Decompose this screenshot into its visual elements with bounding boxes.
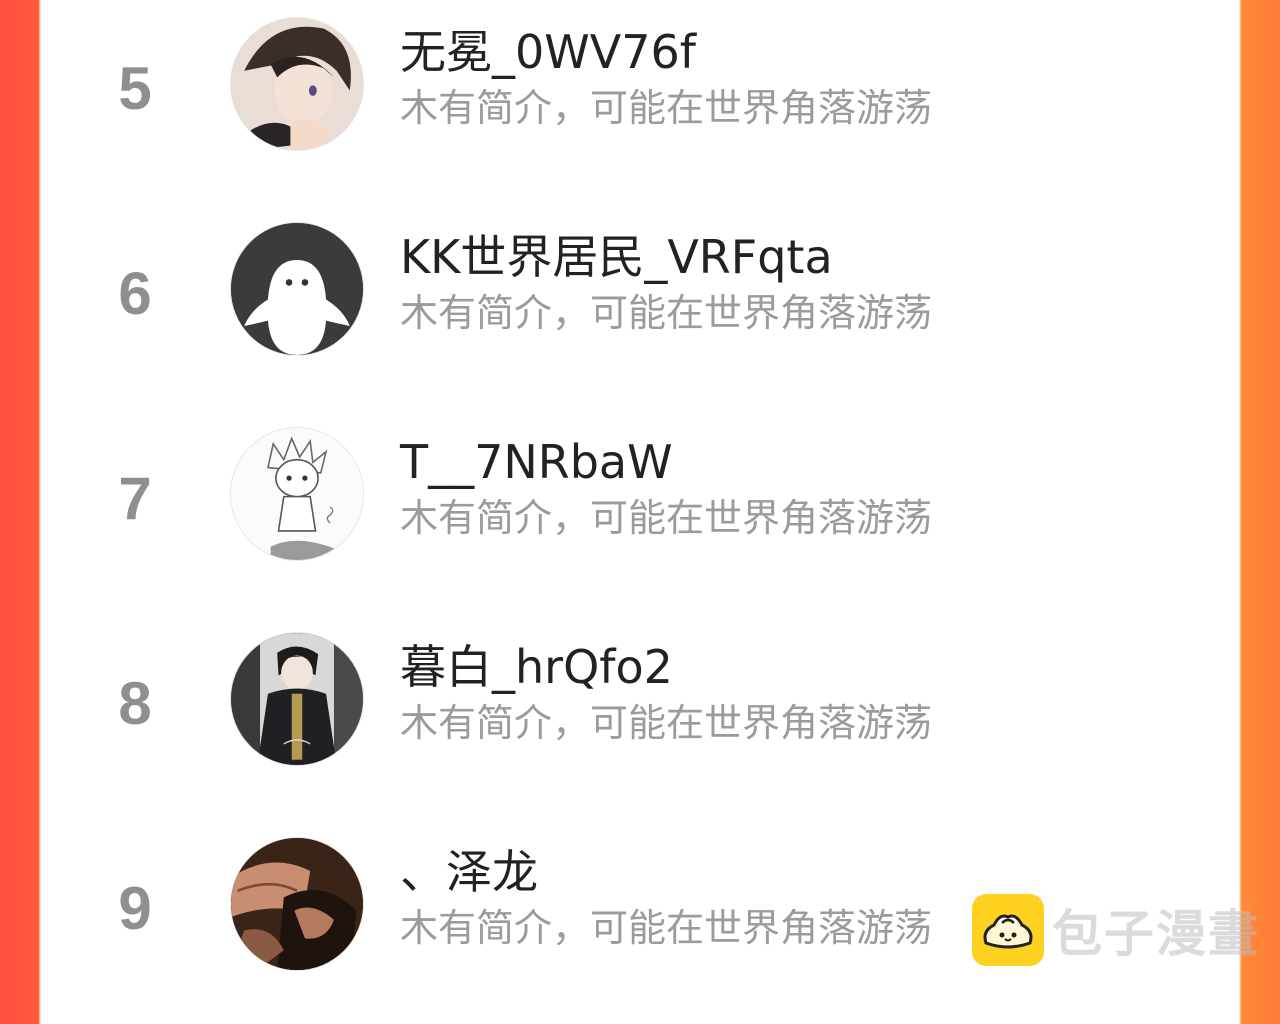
watermark: 包子漫畫 — [972, 894, 1260, 966]
user-intro: 木有简介，可能在世界角落游荡 — [400, 291, 933, 335]
user-intro: 木有简介，可能在世界角落游荡 — [400, 86, 933, 130]
user-name[interactable]: 、泽龙 — [400, 844, 538, 900]
user-name[interactable]: T__7NRbaW — [400, 434, 673, 490]
ranking-list: 5 无冕_0WV76f 木有简介，可能在世界角落游荡 6 KK世界居民_VRFq… — [41, 0, 1239, 999]
rank-number: 5 — [118, 55, 152, 122]
avatar[interactable] — [230, 17, 364, 151]
uniform-character-avatar-icon — [231, 633, 363, 765]
list-item[interactable]: 5 无冕_0WV76f 木有简介，可能在世界角落游荡 — [41, 0, 1239, 204]
rank-number: 7 — [118, 465, 152, 532]
rank-number: 8 — [118, 670, 152, 737]
anime-boy-avatar-icon — [231, 18, 363, 150]
bun-logo-icon — [972, 894, 1044, 966]
default-ghost-avatar-icon — [231, 223, 363, 355]
avatar[interactable] — [230, 837, 364, 971]
watermark-text: 包子漫畫 — [1052, 905, 1260, 963]
user-intro: 木有简介，可能在世界角落游荡 — [400, 906, 933, 950]
user-name[interactable]: 无冕_0WV76f — [400, 24, 696, 80]
avatar[interactable] — [230, 427, 364, 561]
sketch-character-avatar-icon — [231, 428, 363, 560]
avatar[interactable] — [230, 632, 364, 766]
rank-number: 6 — [118, 260, 152, 327]
list-item[interactable]: 8 暮白_hrQfo2 木有简介，可能在世界角落游荡 — [41, 615, 1239, 819]
user-intro: 木有简介，可能在世界角落游荡 — [400, 701, 933, 745]
avatar[interactable] — [230, 222, 364, 356]
rank-number: 9 — [118, 875, 152, 942]
user-name[interactable]: KK世界居民_VRFqta — [400, 229, 833, 285]
user-name[interactable]: 暮白_hrQfo2 — [400, 639, 673, 695]
list-item[interactable]: 6 KK世界居民_VRFqta 木有简介，可能在世界角落游荡 — [41, 205, 1239, 409]
user-intro: 木有简介，可能在世界角落游荡 — [400, 496, 933, 540]
list-item[interactable]: 7 T__7NRbaW 木有简介，可能在世界角落游荡 — [41, 410, 1239, 614]
dark-character-avatar-icon — [231, 838, 363, 970]
